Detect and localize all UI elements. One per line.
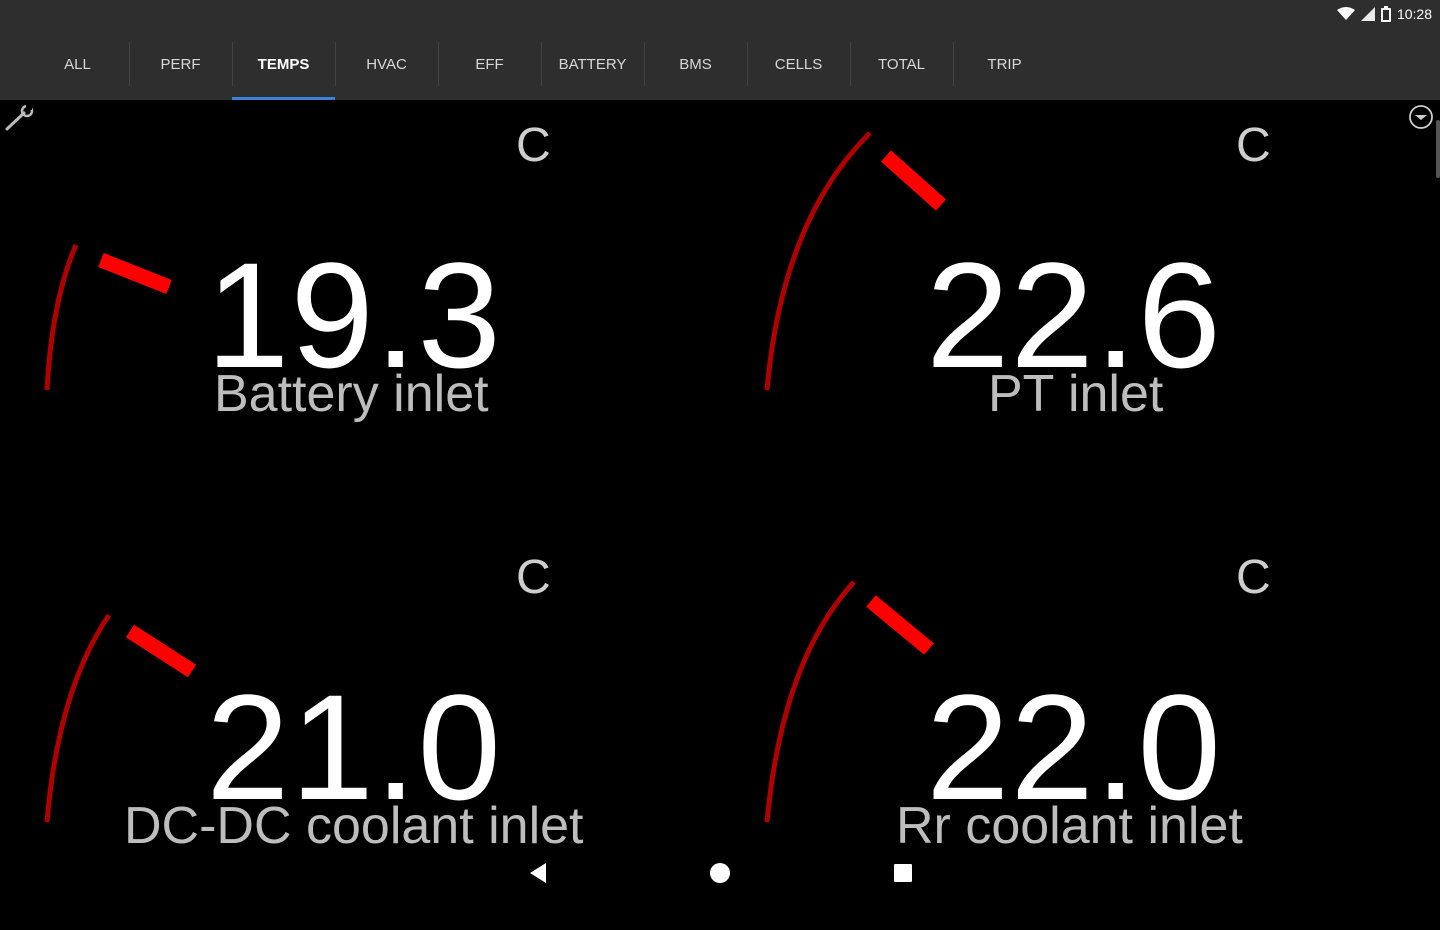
home-icon[interactable] xyxy=(709,862,731,884)
wifi-icon xyxy=(1336,7,1355,20)
gauge-needle xyxy=(881,150,946,211)
back-icon[interactable] xyxy=(528,862,548,884)
tab-perf[interactable]: PERF xyxy=(129,28,232,100)
gauge-needle xyxy=(125,624,197,678)
tab-bar: ALL PERF TEMPS HVAC EFF BATTERY BMS CELL… xyxy=(0,28,1440,100)
gauge-needle xyxy=(866,595,934,655)
navigation-bar xyxy=(0,852,1440,900)
gauge-pt-inlet: C 22.6 PT inlet xyxy=(720,100,1440,500)
tab-hvac[interactable]: HVAC xyxy=(335,28,438,100)
gauge-label: PT inlet xyxy=(988,365,1164,423)
gauge-label: DC-DC coolant inlet xyxy=(124,797,584,855)
cell-signal-icon xyxy=(1360,7,1375,21)
battery-icon xyxy=(1380,6,1391,22)
tab-all[interactable]: ALL xyxy=(26,28,129,100)
unit-label: C xyxy=(1236,119,1271,172)
unit-label: C xyxy=(1236,551,1271,604)
gauge-label: Battery inlet xyxy=(214,365,489,423)
gauge-battery-inlet: C 19.3 Battery inlet xyxy=(0,100,720,500)
unit-label: C xyxy=(516,551,551,604)
gauge-needle xyxy=(98,253,172,294)
recent-apps-icon[interactable] xyxy=(893,862,913,884)
tab-trip[interactable]: TRIP xyxy=(953,28,1056,100)
status-bar: 10:28 xyxy=(0,0,1440,28)
tab-cells[interactable]: CELLS xyxy=(747,28,850,100)
tab-eff[interactable]: EFF xyxy=(438,28,541,100)
gauge-panel: C 19.3 Battery inlet C 22.6 PT inlet C 2… xyxy=(0,100,1440,900)
tab-total[interactable]: TOTAL xyxy=(850,28,953,100)
tab-temps[interactable]: TEMPS xyxy=(232,28,335,100)
tab-bms[interactable]: BMS xyxy=(644,28,747,100)
status-icons: 10:28 xyxy=(1336,4,1432,24)
status-time: 10:28 xyxy=(1396,6,1432,22)
tab-battery[interactable]: BATTERY xyxy=(541,28,644,100)
unit-label: C xyxy=(516,119,551,172)
gauge-label: Rr coolant inlet xyxy=(896,797,1243,855)
